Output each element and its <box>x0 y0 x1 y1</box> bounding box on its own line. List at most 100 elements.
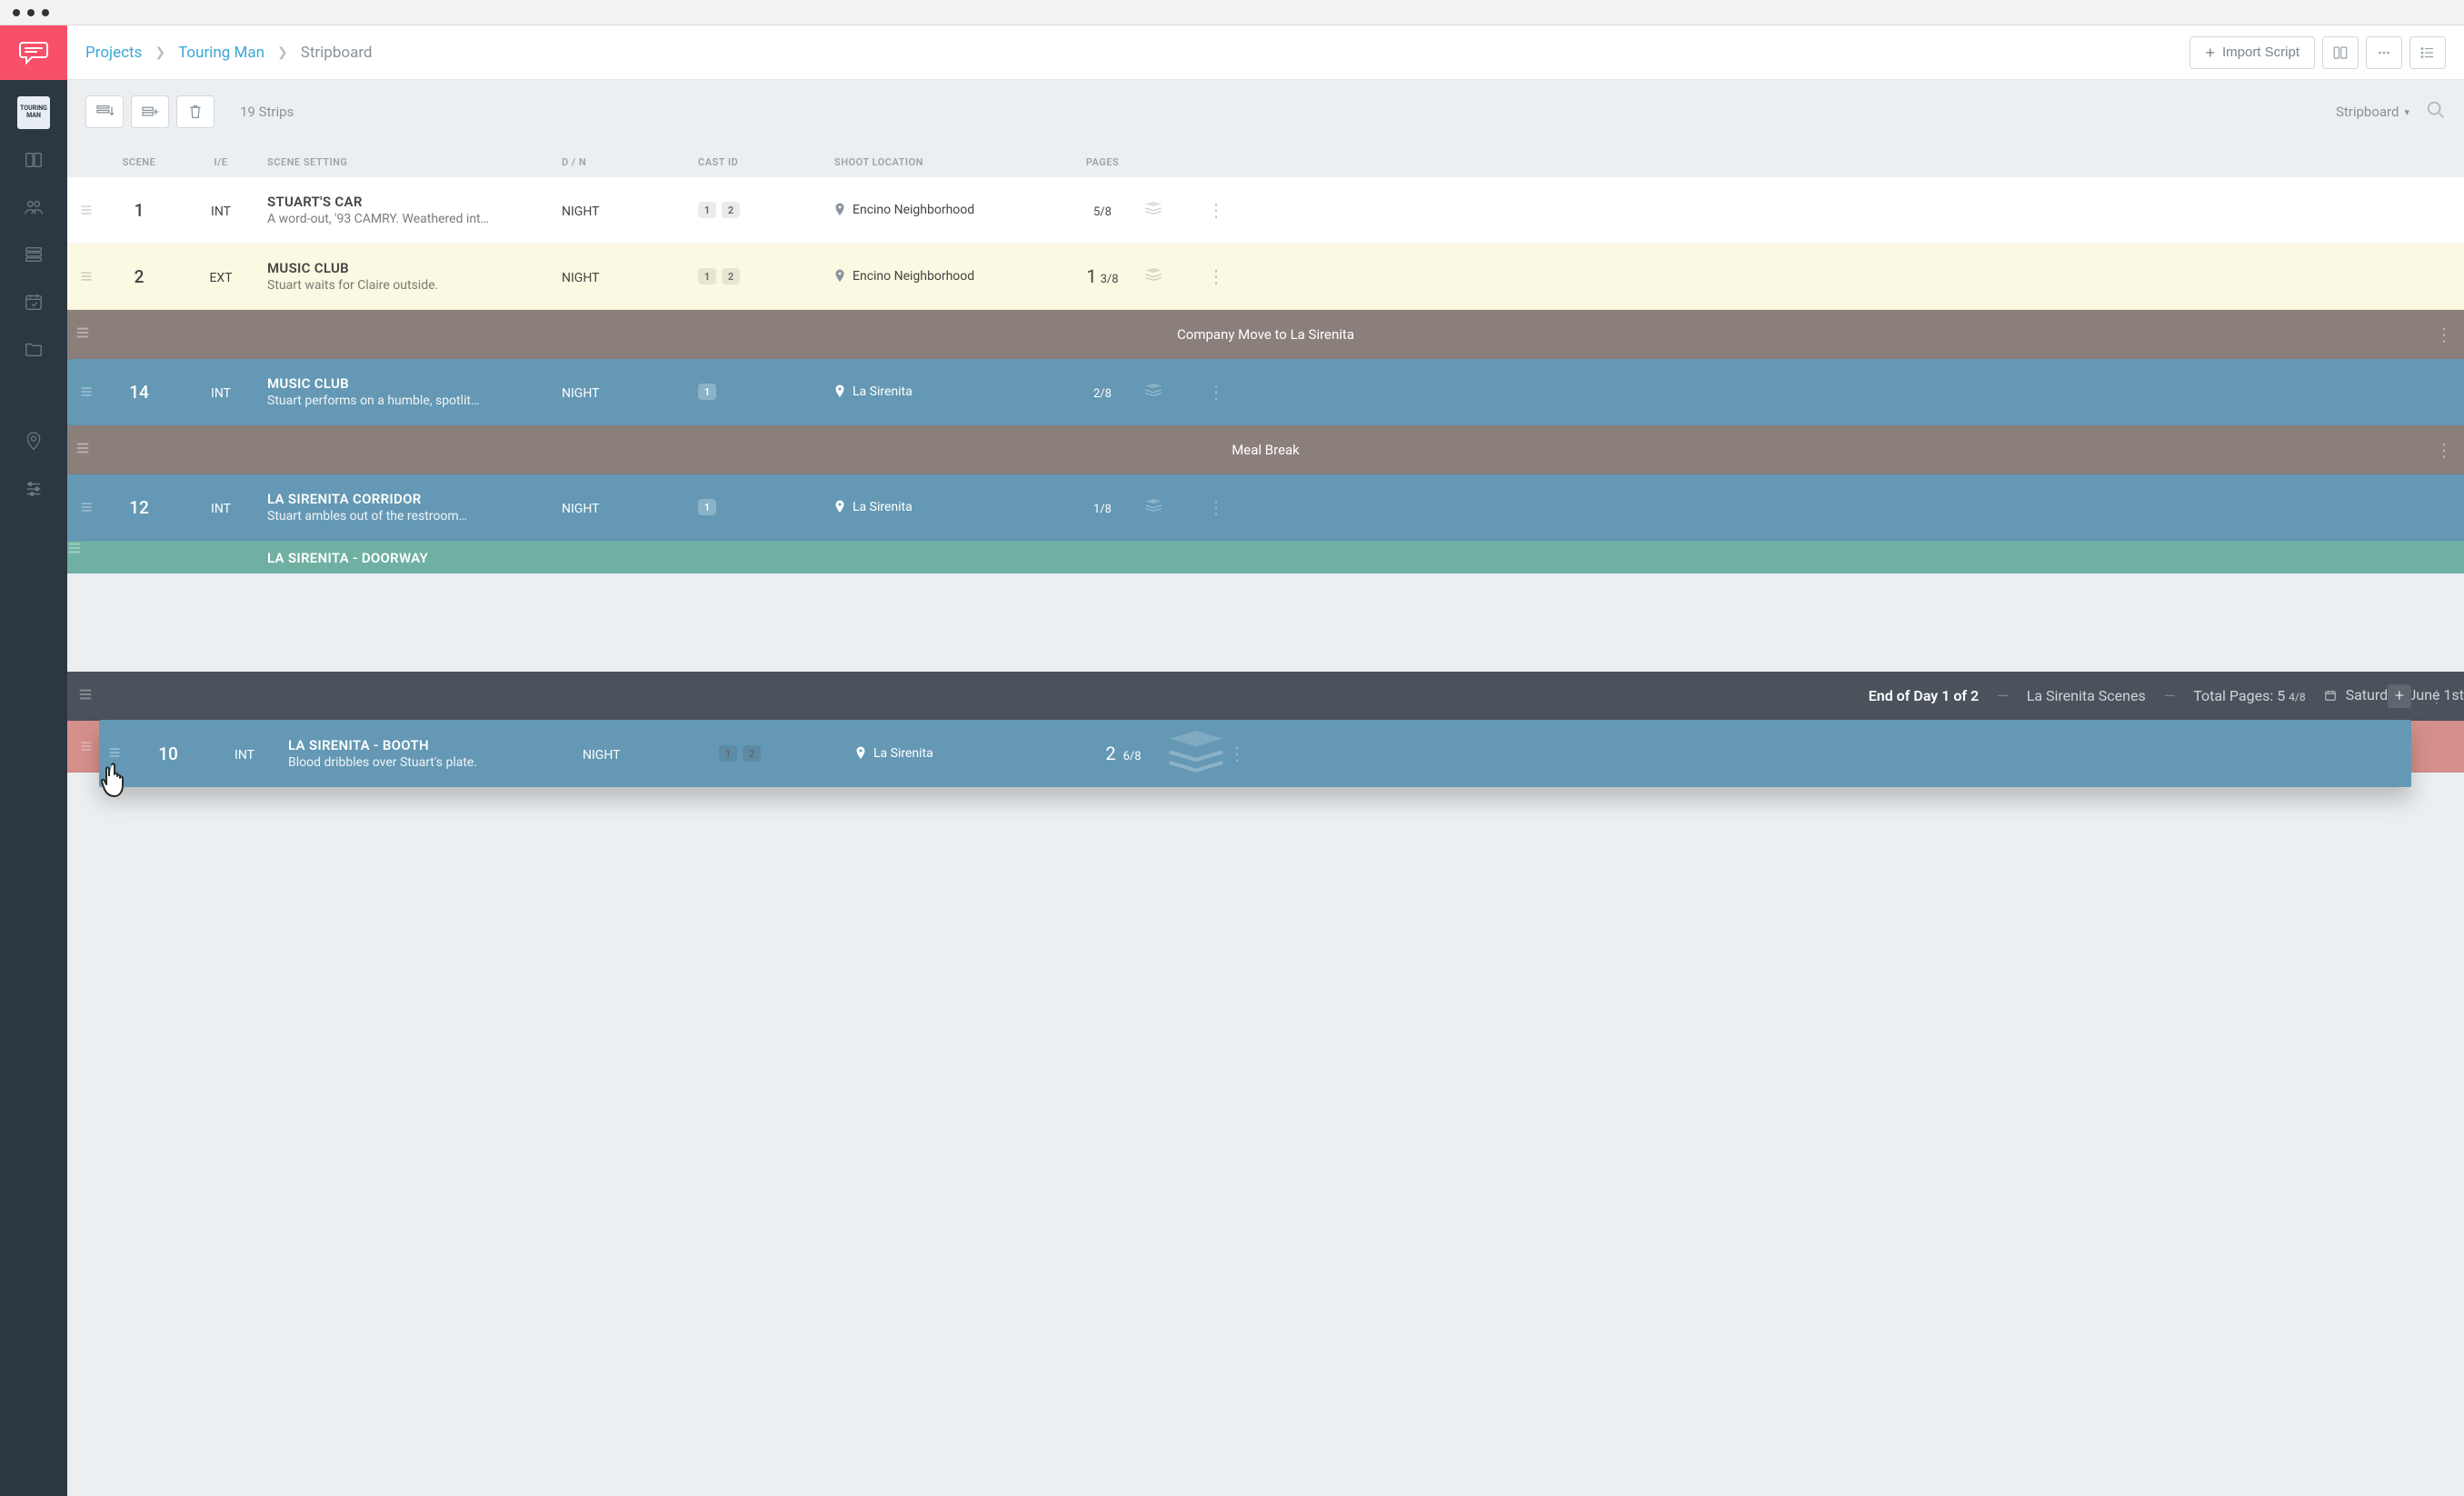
dragging-strip[interactable]: 10 INT LA SIRENITA - BOOTH Blood dribble… <box>99 720 2411 787</box>
eod-title: End of Day 1 of 2 <box>1869 687 1979 704</box>
drag-handle-icon[interactable] <box>67 735 98 757</box>
drag-handle-icon[interactable] <box>67 265 98 287</box>
drop-gap <box>67 573 2464 672</box>
scene-pages: 5/8 <box>1093 205 1112 219</box>
breadcrumb-project[interactable]: Touring Man <box>178 44 264 62</box>
strip-row[interactable]: 2EXTMUSIC CLUBStuart waits for Claire ou… <box>67 244 2464 310</box>
location-cell: La Sirenita <box>855 746 1082 761</box>
row-more-icon[interactable]: ⋮ <box>1207 381 1225 403</box>
nav-cast-icon[interactable] <box>0 184 67 231</box>
scene-number: 2 <box>135 266 145 287</box>
list-icon-button[interactable] <box>2409 36 2446 69</box>
scene-setting: STUART'S CAR <box>267 194 562 210</box>
drag-handle-icon[interactable] <box>99 745 130 763</box>
row-more-icon[interactable]: ⋮ <box>2435 439 2453 461</box>
strip-row[interactable]: 14INTMUSIC CLUBStuart performs on a humb… <box>67 359 2464 425</box>
cast-pills: 1 <box>698 384 834 400</box>
header-bar: Projects ❯ Touring Man ❯ Stripboard + Im… <box>67 25 2464 80</box>
nav-locations-icon[interactable] <box>0 418 67 465</box>
sort-strips-button[interactable] <box>85 95 124 128</box>
scene-setting: LA SIRENITA CORRIDOR <box>267 491 562 507</box>
app-logo[interactable] <box>0 25 67 80</box>
eod-add-button[interactable]: + <box>2388 684 2411 708</box>
col-location: SHOOT LOCATION <box>834 156 1062 168</box>
cast-pill: 2 <box>722 268 740 284</box>
drag-handle-icon[interactable] <box>67 199 98 221</box>
scene-number: 10 <box>158 743 178 764</box>
cast-pill: 1 <box>719 745 737 762</box>
nav-screenplay-icon[interactable] <box>0 136 67 184</box>
drag-handle-icon[interactable] <box>67 496 98 518</box>
breadcrumb: Projects ❯ Touring Man ❯ Stripboard <box>85 44 373 62</box>
scene-pages-big: 2 <box>1105 743 1115 764</box>
drag-handle-icon[interactable] <box>67 541 98 558</box>
row-more-icon[interactable]: ⋮ <box>1207 199 1225 221</box>
project-thumbnail[interactable]: TOURING MAN <box>17 96 50 129</box>
scene-setting: LA SIRENITA - DOORWAY <box>267 550 562 566</box>
row-more-icon[interactable]: ⋮ <box>1207 265 1225 287</box>
scene-number: 1 <box>135 200 145 221</box>
scene-description: Blood dribbles over Stuart's plate. <box>288 755 583 770</box>
chevron-right-icon: ❯ <box>155 45 165 60</box>
scene-pages-big: 1 <box>1086 265 1096 287</box>
search-button[interactable] <box>2426 100 2446 124</box>
eod-total-pages: Total Pages: 5 4/8 <box>2193 687 2305 704</box>
cast-pills: 1 <box>698 499 834 515</box>
row-more-icon[interactable]: ⋮ <box>2435 324 2453 345</box>
layout-icon-button[interactable] <box>2322 36 2359 69</box>
scene-ie: INT <box>211 386 231 401</box>
location-cell: Encino Neighborhood <box>834 269 1062 284</box>
add-strip-button[interactable] <box>131 95 169 128</box>
row-more-icon[interactable]: ⋮ <box>1228 743 1246 764</box>
delete-strip-button[interactable] <box>176 95 214 128</box>
nav-settings-icon[interactable] <box>0 465 67 513</box>
breadcrumb-current: Stripboard <box>301 44 373 62</box>
window-chrome <box>0 0 2464 25</box>
col-setting: SCENE SETTING <box>262 156 562 168</box>
cast-pill: 2 <box>722 202 740 218</box>
drag-handle-icon[interactable] <box>67 381 98 403</box>
chevron-right-icon: ❯ <box>277 45 288 60</box>
strip-rows: 1INTSTUART'S CARA word-out, '93 CAMRY. W… <box>67 177 2464 573</box>
cast-pill: 1 <box>698 499 716 515</box>
scene-number: 14 <box>129 382 149 403</box>
nav-stripboard-icon[interactable] <box>0 231 67 278</box>
breadcrumb-projects[interactable]: Projects <box>85 44 142 62</box>
view-selector[interactable]: Stripboard ▾ <box>2336 104 2409 120</box>
end-of-day-bar[interactable]: End of Day 1 of 2 — La Sirenita Scenes —… <box>67 672 2464 721</box>
import-script-button[interactable]: + Import Script <box>2190 36 2315 69</box>
traffic-light-dot <box>42 9 49 16</box>
strip-count-label: 19 Strips <box>240 104 294 120</box>
strip-row[interactable]: 1INTSTUART'S CARA word-out, '93 CAMRY. W… <box>67 177 2464 244</box>
scene-setting: MUSIC CLUB <box>267 375 562 392</box>
col-cast: CAST ID <box>698 156 834 168</box>
import-script-label: Import Script <box>2222 45 2299 60</box>
cast-pill: 1 <box>698 268 716 284</box>
scene-ie: INT <box>211 502 231 516</box>
location-cell: La Sirenita <box>834 384 1062 399</box>
scene-pages: 1/8 <box>1093 503 1112 516</box>
scene-pages: 2/8 <box>1093 387 1112 401</box>
content-area: SCENE I/E SCENE SETTING D / N CAST ID SH… <box>67 144 2464 1496</box>
scene-setting: LA SIRENITA - BOOTH <box>288 737 583 753</box>
scene-pages: 3/8 <box>1101 273 1119 286</box>
row-more-icon[interactable]: ⋮ <box>2428 685 2446 707</box>
strip-row[interactable]: 12INTLA SIRENITA CORRIDORStuart ambles o… <box>67 474 2464 541</box>
banner-strip[interactable]: Company Move to La Sirenita⋮ <box>67 310 2464 359</box>
toolbar: 19 Strips Stripboard ▾ <box>67 80 2464 144</box>
scene-ie: EXT <box>209 271 232 285</box>
cast-pill: 2 <box>743 745 761 762</box>
row-more-icon[interactable]: ⋮ <box>1207 496 1225 518</box>
eod-subtitle: La Sirenita Scenes <box>2027 687 2146 704</box>
location-cell: La Sirenita <box>834 500 1062 514</box>
traffic-light-dot <box>13 9 20 16</box>
more-icon-button[interactable] <box>2366 36 2402 69</box>
project-thumbnail-label: TOURING MAN <box>17 105 50 119</box>
scene-ie: INT <box>211 204 231 219</box>
banner-strip[interactable]: Meal Break⋮ <box>67 425 2464 474</box>
nav-calendar-icon[interactable] <box>0 278 67 325</box>
nav-files-icon[interactable] <box>0 325 67 373</box>
scene-description: Stuart ambles out of the restroom… <box>267 509 562 524</box>
scene-ie: INT <box>234 748 254 763</box>
strip-row-partial[interactable]: LA SIRENITA - DOORWAY <box>67 541 2464 573</box>
